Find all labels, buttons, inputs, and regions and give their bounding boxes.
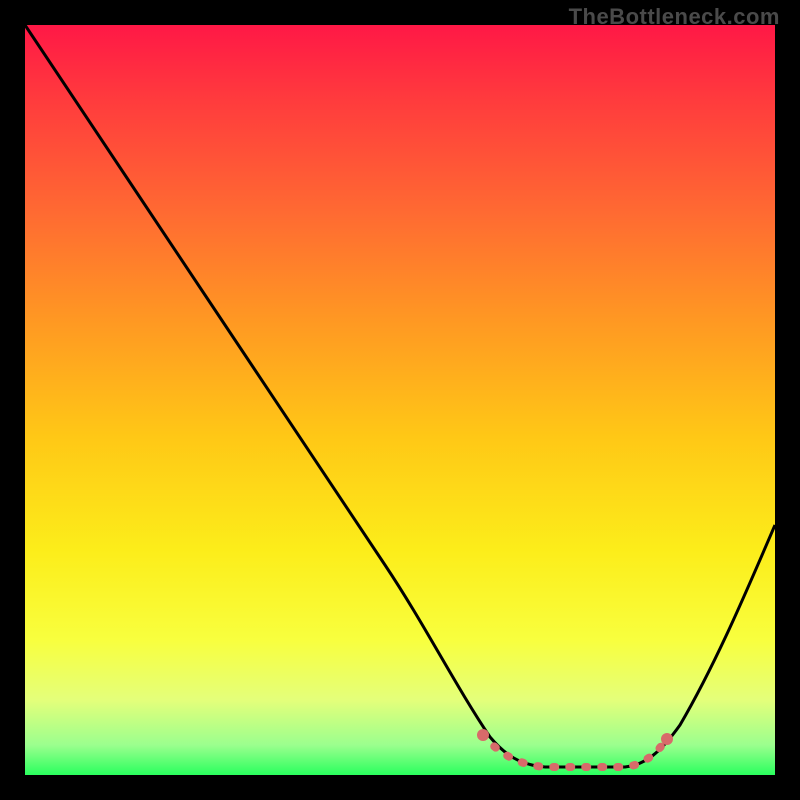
optimal-band-start-dot: [477, 729, 489, 741]
chart-frame: TheBottleneck.com: [0, 0, 800, 800]
curve-layer: [25, 25, 775, 775]
bottleneck-curve: [25, 25, 775, 767]
plot-area: [25, 25, 775, 775]
optimal-band-end-dot: [661, 733, 673, 745]
